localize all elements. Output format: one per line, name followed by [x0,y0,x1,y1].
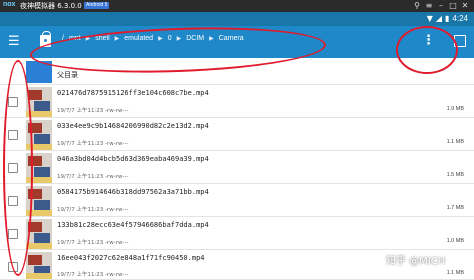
checkbox[interactable] [8,262,18,272]
file-manager-app-bar: ☰ / mnt ▶ shell ▶ emulated ▶ 0 ▶ DCIM ▶ … [0,26,474,58]
checkbox[interactable] [8,97,18,107]
checkbox[interactable] [8,229,18,239]
close-icon[interactable]: ✕ [460,0,470,12]
file-name: 133b81c28ecc63e4f57946686baf7dda.mp4 [57,221,209,229]
chevron-right-icon: ▶ [209,36,214,42]
file-name: 033e4ee9c9b14684206990d82c2e13d2.mp4 [57,122,209,130]
watermark: 知乎 @MICH [386,256,446,267]
video-thumbnail [26,120,52,150]
list-item[interactable]: 021476d7875915126ff3e104c608c7be.mp4 19/… [0,86,474,118]
file-meta: 19/7/7 上午11:23 -rw-rw--- [57,108,129,114]
more-options-icon[interactable]: ⋮ [422,33,435,49]
menu-icon[interactable]: ≡ [424,0,434,12]
chevron-right-icon: ▶ [114,36,120,42]
file-meta: 19/7/7 上午11:23 -rw-rw--- [57,272,129,278]
android-version-badge: Android 5 [84,2,110,9]
breadcrumb: / mnt ▶ shell ▶ emulated ▶ 0 ▶ DCIM ▶ Ca… [62,35,244,42]
breadcrumb-item-shell[interactable]: shell [95,35,109,42]
breadcrumb-item-emulated[interactable]: emulated [124,35,153,42]
android-status-bar: ▼ ◢ ▮ 4:24 [0,12,474,26]
list-item[interactable]: 046a3bd04d4bcb5d63d369eaba469a39.mp4 19/… [0,152,474,184]
folder-icon [26,61,52,83]
minimize-icon[interactable]: – [436,0,446,12]
maximize-icon[interactable]: □ [448,0,458,12]
pin-icon[interactable]: ⚲ [412,0,422,12]
file-meta: 19/7/7 上午11:23 -rw-rw--- [57,240,129,246]
video-thumbnail [26,153,52,183]
video-thumbnail [26,252,52,279]
file-size: 1.5 MB [446,172,464,178]
checkbox[interactable] [8,196,18,206]
chevron-right-icon: ▶ [176,36,182,42]
file-name: 046a3bd04d4bcb5d63d369eaba469a39.mp4 [57,155,209,163]
file-size: 1.9 MB [446,106,464,112]
file-size: 1.1 MB [446,139,464,145]
hamburger-menu-icon[interactable]: ☰ [8,34,20,50]
nox-logo: nox [3,1,16,8]
battery-icon: ▮ [445,14,450,23]
file-name: 0584175b914646b318dd97562a3a71bb.mp4 [57,188,209,196]
file-name: 021476d7875915126ff3e104c608c7be.mp4 [57,89,209,97]
file-name: 16ee043f2027c62e848a1f71fc90450.mp4 [57,254,205,262]
chevron-right-icon: ▶ [158,36,163,42]
list-item[interactable]: 133b81c28ecc63e4f57946686baf7dda.mp4 19/… [0,218,474,250]
file-meta: 19/7/7 上午11:23 -rw-rw--- [57,207,129,213]
breadcrumb-item-dcim[interactable]: DCIM [186,35,204,42]
window-title: 夜神模拟器 6.3.0.0 [20,2,82,10]
breadcrumb-root[interactable]: / [62,35,64,42]
breadcrumb-item-mnt[interactable]: mnt [69,35,81,42]
parent-directory-label: 父目录 [57,71,78,79]
parent-directory-row[interactable]: 父目录 [0,58,474,85]
file-meta: 19/7/7 上午11:23 -rw-rw--- [57,174,129,180]
select-mode-icon[interactable] [454,35,466,47]
checkbox[interactable] [8,130,18,140]
breadcrumb-item-camera[interactable]: Camera [219,35,244,42]
file-size: 1.7 MB [446,205,464,211]
checkbox[interactable] [8,163,18,173]
file-size: 1.0 MB [446,238,464,244]
video-thumbnail [26,87,52,117]
video-thumbnail [26,186,52,216]
file-list: 父目录 021476d7875915126ff3e104c608c7be.mp4… [0,58,474,280]
clock: 4:24 [452,14,468,23]
emulator-title-bar: nox 夜神模拟器 6.3.0.0 Android 5 ⚲ ≡ – □ ✕ [0,0,474,12]
file-size: 1.1 MB [446,270,464,276]
file-meta: 19/7/7 上午11:23 -rw-rw--- [57,141,129,147]
wifi-icon: ▼ [426,14,433,23]
list-item[interactable]: 0584175b914646b318dd97562a3a71bb.mp4 19/… [0,185,474,217]
list-item[interactable]: 033e4ee9c9b14684206990d82c2e13d2.mp4 19/… [0,119,474,151]
video-thumbnail [26,219,52,249]
root-lock-icon[interactable] [40,31,51,47]
chevron-right-icon: ▶ [85,36,91,42]
signal-icon: ◢ [435,14,443,23]
breadcrumb-item-0[interactable]: 0 [168,35,172,42]
